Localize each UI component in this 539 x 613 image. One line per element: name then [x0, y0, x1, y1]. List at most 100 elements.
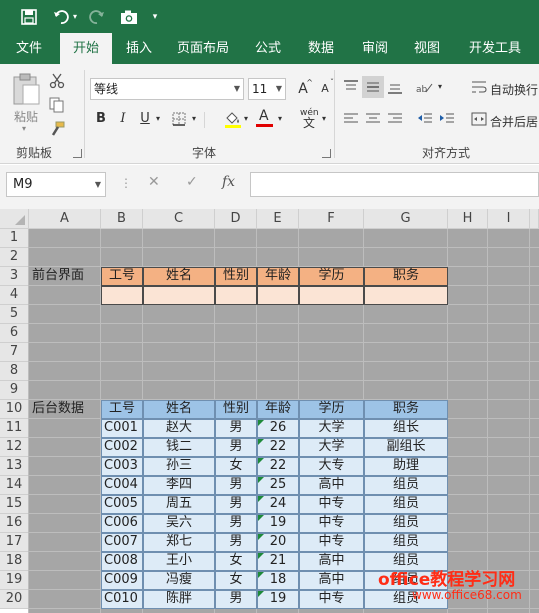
- table-cell[interactable]: 钱二: [143, 438, 215, 457]
- table-cell[interactable]: 中专: [299, 590, 364, 609]
- align-right-icon[interactable]: [384, 108, 406, 130]
- enter-icon[interactable]: ✓: [186, 174, 198, 190]
- insert-function-button[interactable]: fx: [222, 174, 235, 190]
- tab-insert[interactable]: 插入: [116, 33, 162, 64]
- merge-center-icon[interactable]: [468, 108, 490, 130]
- tab-developer[interactable]: 开发工具: [460, 33, 530, 64]
- row-header-1[interactable]: 1: [0, 229, 29, 248]
- undo-icon[interactable]: [50, 7, 72, 27]
- table-cell[interactable]: 王小: [143, 552, 215, 571]
- chevron-down-icon[interactable]: ▾: [148, 7, 162, 27]
- table-cell[interactable]: 孙三: [143, 457, 215, 476]
- column-header-b[interactable]: B: [101, 209, 143, 229]
- tab-page-layout[interactable]: 页面布局: [168, 33, 238, 64]
- table-cell[interactable]: 助理: [364, 457, 448, 476]
- tab-view[interactable]: 视图: [404, 33, 450, 64]
- phonetic-button[interactable]: wén 文: [298, 108, 324, 130]
- column-header-a[interactable]: A: [29, 209, 101, 229]
- table-cell[interactable]: 中专: [299, 495, 364, 514]
- fill-color-icon[interactable]: [222, 108, 244, 130]
- name-box[interactable]: M9 ▼: [6, 172, 106, 197]
- undo-dropdown-icon[interactable]: ▾: [70, 7, 80, 27]
- table-cell[interactable]: 男: [215, 533, 257, 552]
- table-cell[interactable]: 男: [215, 495, 257, 514]
- table-cell[interactable]: 组员: [364, 495, 448, 514]
- front-header-cell[interactable]: 工号: [101, 267, 143, 286]
- wrap-text-icon[interactable]: [468, 76, 490, 98]
- font-color-icon[interactable]: A: [254, 108, 276, 130]
- table-cell[interactable]: C008: [101, 552, 143, 571]
- chevron-down-icon[interactable]: ▾: [278, 114, 282, 123]
- format-painter-icon[interactable]: [46, 118, 68, 140]
- table-cell[interactable]: C010: [101, 590, 143, 609]
- front-input-cell[interactable]: [299, 286, 364, 305]
- back-header-cell[interactable]: 学历: [299, 400, 364, 419]
- back-section-label[interactable]: 后台数据: [29, 400, 101, 419]
- front-header-cell[interactable]: 学历: [299, 267, 364, 286]
- font-size-select[interactable]: 11 ▼: [248, 78, 286, 100]
- column-header-c[interactable]: C: [143, 209, 215, 229]
- column-header-h[interactable]: H: [448, 209, 488, 229]
- chevron-down-icon[interactable]: ▾: [322, 114, 326, 123]
- front-input-cell[interactable]: [143, 286, 215, 305]
- front-header-cell[interactable]: 性别: [215, 267, 257, 286]
- row-header-16[interactable]: 16: [0, 514, 29, 533]
- back-header-cell[interactable]: 姓名: [143, 400, 215, 419]
- align-bottom-icon[interactable]: [384, 76, 406, 98]
- increase-font-button[interactable]: A ^: [292, 78, 314, 100]
- cut-icon[interactable]: [46, 70, 68, 92]
- align-left-icon[interactable]: [340, 108, 362, 130]
- bold-button[interactable]: B: [90, 108, 112, 130]
- cancel-icon[interactable]: ✕: [148, 174, 160, 190]
- table-cell[interactable]: 组员: [364, 533, 448, 552]
- table-cell[interactable]: 女: [215, 552, 257, 571]
- row-header-15[interactable]: 15: [0, 495, 29, 514]
- table-cell[interactable]: 冯瘦: [143, 571, 215, 590]
- align-top-icon[interactable]: [340, 76, 362, 98]
- align-middle-icon[interactable]: [362, 76, 384, 98]
- back-header-cell[interactable]: 工号: [101, 400, 143, 419]
- table-cell[interactable]: 组长: [364, 419, 448, 438]
- column-header-f[interactable]: F: [299, 209, 364, 229]
- table-cell[interactable]: C005: [101, 495, 143, 514]
- decrease-indent-icon[interactable]: [414, 108, 436, 130]
- tab-review[interactable]: 审阅: [352, 33, 398, 64]
- table-cell[interactable]: 吴六: [143, 514, 215, 533]
- table-cell[interactable]: 组员: [364, 476, 448, 495]
- back-header-cell[interactable]: 性别: [215, 400, 257, 419]
- table-cell[interactable]: 大学: [299, 438, 364, 457]
- table-cell[interactable]: 高中: [299, 476, 364, 495]
- select-all-corner[interactable]: [0, 209, 29, 229]
- column-header-e[interactable]: E: [257, 209, 299, 229]
- row-header-17[interactable]: 17: [0, 533, 29, 552]
- row-header-11[interactable]: 11: [0, 419, 29, 438]
- row-header-8[interactable]: 8: [0, 362, 29, 381]
- table-cell[interactable]: 男: [215, 476, 257, 495]
- table-cell[interactable]: C001: [101, 419, 143, 438]
- row-header-4[interactable]: 4: [0, 286, 29, 305]
- row-header-10[interactable]: 10: [0, 400, 29, 419]
- font-name-select[interactable]: 等线 ▼: [90, 78, 244, 100]
- table-cell[interactable]: C002: [101, 438, 143, 457]
- table-cell[interactable]: 组员: [364, 514, 448, 533]
- chevron-down-icon[interactable]: ▾: [244, 114, 248, 123]
- worksheet-grid[interactable]: A B C D E F G H I 1 2 3 4 5 6 7 8 9 10 11 12 13 14 15 16 17 18 19 20…: [0, 209, 539, 613]
- table-cell[interactable]: C006: [101, 514, 143, 533]
- clipboard-launcher-icon[interactable]: [73, 149, 82, 158]
- column-header-g[interactable]: G: [364, 209, 448, 229]
- front-header-cell[interactable]: 职务: [364, 267, 448, 286]
- front-header-cell[interactable]: 姓名: [143, 267, 215, 286]
- tab-file[interactable]: 文件: [4, 33, 54, 64]
- row-header-18[interactable]: 18: [0, 552, 29, 571]
- table-cell[interactable]: 中专: [299, 533, 364, 552]
- font-launcher-icon[interactable]: [322, 149, 331, 158]
- formula-input[interactable]: [250, 172, 539, 197]
- table-cell[interactable]: 男: [215, 419, 257, 438]
- table-cell[interactable]: C009: [101, 571, 143, 590]
- table-cell[interactable]: C003: [101, 457, 143, 476]
- front-section-label[interactable]: 前台界面: [29, 267, 101, 286]
- merge-center-button[interactable]: 合并后居: [490, 113, 538, 130]
- row-header-20[interactable]: 20: [0, 590, 29, 609]
- chevron-down-icon[interactable]: ▾: [192, 114, 196, 123]
- increase-indent-icon[interactable]: [436, 108, 458, 130]
